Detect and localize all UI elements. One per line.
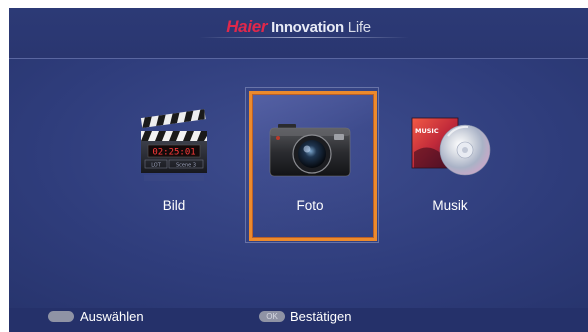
menu-item-bild[interactable]: 02:25:01 LOT Scene 3 Bild (124, 100, 224, 220)
brand-tagline-light: Life (347, 19, 371, 36)
clapper-cell-lot: LOT (151, 163, 162, 169)
hint-bestaetigen: Bestätigen (290, 309, 352, 324)
menu-item-label: Bild (162, 198, 186, 213)
clapper-timecode: 02:25:01 (152, 148, 195, 158)
menu-item-foto[interactable]: Foto (260, 100, 360, 220)
logo-underline (199, 37, 409, 38)
hint-auswaehlen: Auswählen (80, 309, 144, 324)
media-menu-screen: Haier Innovation Life 02:25:01 LOT Scene… (9, 8, 588, 332)
dpad-icon (48, 311, 74, 322)
ok-icon-text: OK (266, 312, 278, 321)
album-cover-text: MUSIC (415, 127, 439, 135)
clapper-cell-scene: Scene 3 (176, 163, 196, 169)
menu-item-label: Foto (296, 198, 324, 213)
menu-item-label: Musik (432, 198, 468, 213)
header-bar: Haier Innovation Life (9, 8, 588, 59)
clapperboard-icon: 02:25:01 LOT Scene 3 (140, 109, 207, 181)
music-cd-icon: MUSIC (411, 117, 491, 176)
brand-logo: Haier Innovation Life (9, 17, 588, 37)
brand-name: Haier (226, 17, 268, 36)
camera-icon (269, 124, 351, 177)
ok-button-icon: OK (259, 311, 285, 322)
brand-tagline-bold: Innovation (271, 19, 344, 36)
menu-item-musik[interactable]: MUSIC Musik (400, 100, 500, 220)
